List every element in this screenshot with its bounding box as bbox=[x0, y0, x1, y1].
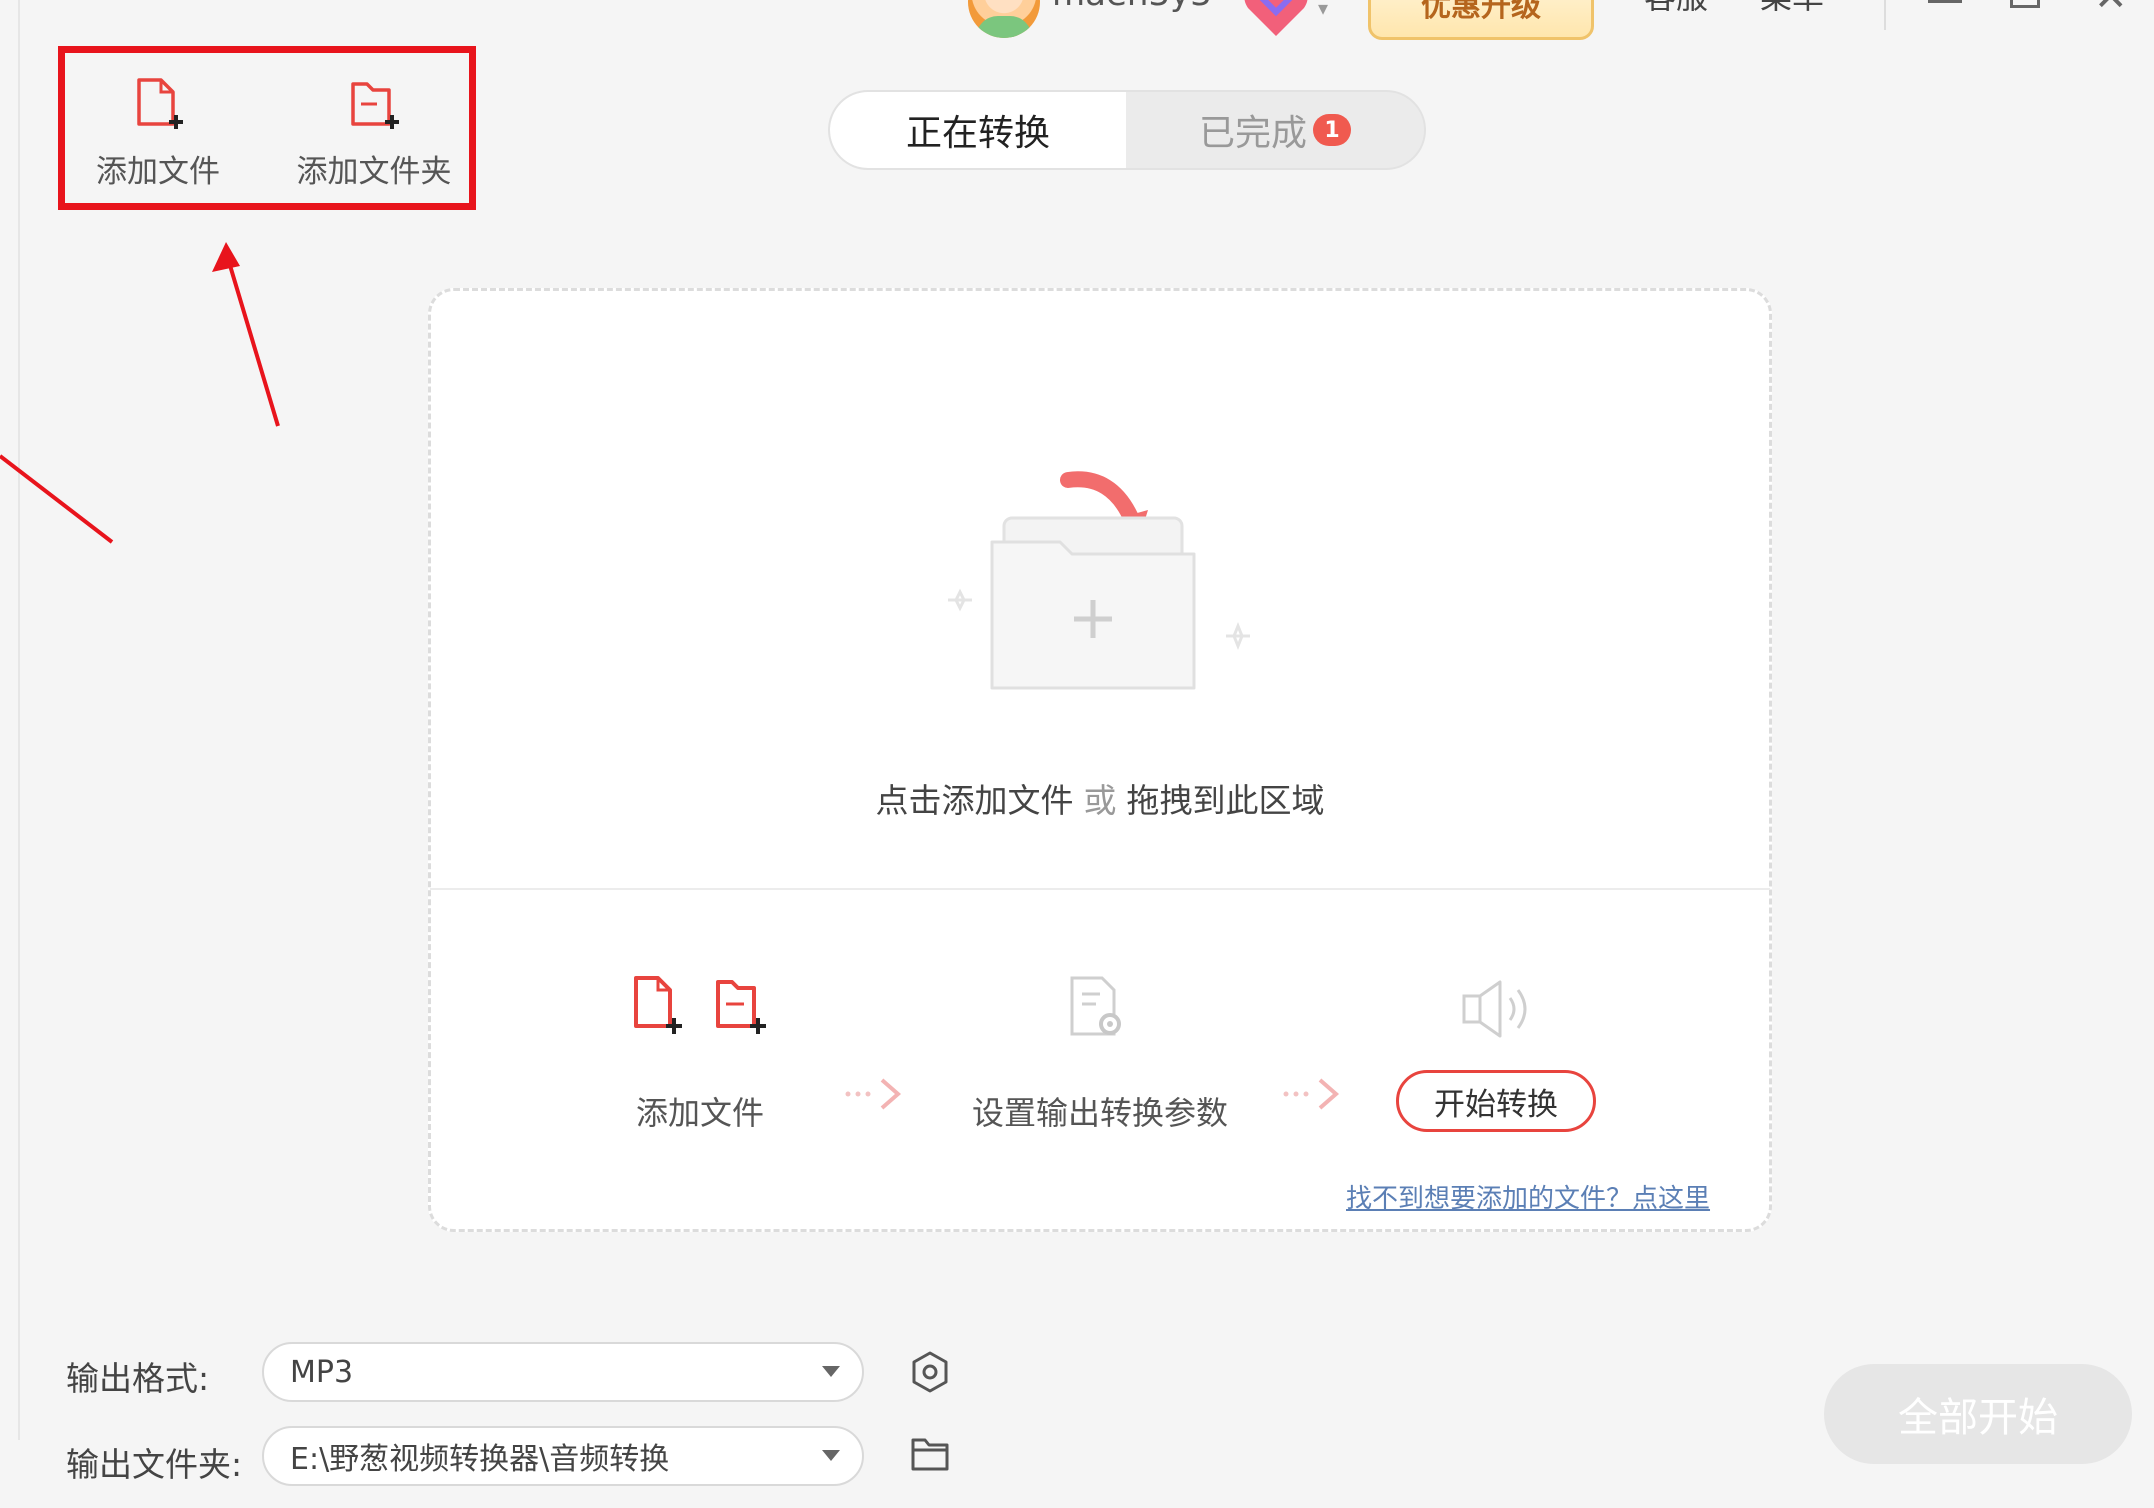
output-format-select[interactable]: MP3 bbox=[262, 1342, 864, 1402]
tab-completed[interactable]: 已完成 1 bbox=[1126, 92, 1424, 168]
output-format-value: MP3 bbox=[290, 1354, 354, 1390]
drop-hint-drag: 拖拽到此区域 bbox=[1126, 781, 1325, 820]
drop-zone-divider bbox=[430, 888, 1770, 890]
step-arrow-icon bbox=[1283, 1078, 1340, 1110]
step1-label: 添加文件 bbox=[635, 1094, 764, 1132]
chevron-down-icon bbox=[822, 1450, 840, 1461]
window-controls-divider bbox=[1884, 0, 1886, 30]
chevron-down-icon[interactable]: ▾ bbox=[1318, 0, 1328, 20]
settings-document-icon bbox=[1070, 976, 1121, 1036]
open-folder-icon[interactable] bbox=[910, 1436, 950, 1472]
upgrade-button[interactable]: 优惠升级 bbox=[1368, 0, 1594, 40]
drop-folder-icon bbox=[948, 471, 1250, 690]
username[interactable]: maen3y3 bbox=[1052, 0, 1212, 14]
step-add-icons[interactable] bbox=[626, 972, 786, 1042]
tab-completed-label: 已完成 bbox=[1198, 113, 1307, 154]
completed-count-badge: 1 bbox=[1313, 114, 1351, 146]
user-avatar[interactable] bbox=[968, 0, 1040, 38]
tab-converting-label: 正在转换 bbox=[905, 113, 1050, 154]
menu-button[interactable]: 菜单 bbox=[1760, 0, 1824, 18]
drop-hint-click[interactable]: 点击添加文件 bbox=[876, 781, 1074, 820]
audio-speaker-icon bbox=[1462, 980, 1527, 1038]
step-arrow-icon bbox=[845, 1078, 902, 1110]
output-folder-value: E:\野葱视频转换器\音频转换 bbox=[290, 1442, 670, 1477]
customer-service-button[interactable]: 客服 bbox=[1644, 0, 1708, 18]
start-all-button[interactable]: 全部开始 bbox=[1824, 1364, 2132, 1464]
output-folder-label: 输出文件夹: bbox=[66, 1445, 243, 1484]
conversion-tabs: 正在转换 已完成 1 bbox=[828, 90, 1426, 170]
sidebar-divider bbox=[18, 0, 20, 1440]
vip-heart-icon[interactable] bbox=[1240, 0, 1312, 40]
maximize-icon[interactable] bbox=[2010, 0, 2040, 8]
annotation-arrows bbox=[0, 242, 280, 544]
annotation-highlight-box bbox=[58, 46, 476, 210]
format-settings-icon[interactable] bbox=[908, 1350, 952, 1394]
output-folder-select[interactable]: E:\野葱视频转换器\音频转换 bbox=[262, 1426, 864, 1486]
chevron-down-icon bbox=[822, 1366, 840, 1377]
close-icon[interactable]: ✕ bbox=[2094, 0, 2128, 20]
drop-hint: 点击添加文件或拖拽到此区域 bbox=[600, 774, 1600, 822]
drop-hint-or: 或 bbox=[1083, 781, 1117, 820]
minimize-icon[interactable] bbox=[1928, 0, 1962, 3]
start-convert-button[interactable]: 开始转换 bbox=[1396, 1070, 1596, 1132]
help-link[interactable]: 找不到想要添加的文件？点这里 bbox=[1346, 1178, 1710, 1215]
output-format-label: 输出格式: bbox=[66, 1359, 210, 1398]
tab-converting[interactable]: 正在转换 bbox=[830, 92, 1126, 168]
step2-label: 设置输出转换参数 bbox=[971, 1094, 1228, 1132]
